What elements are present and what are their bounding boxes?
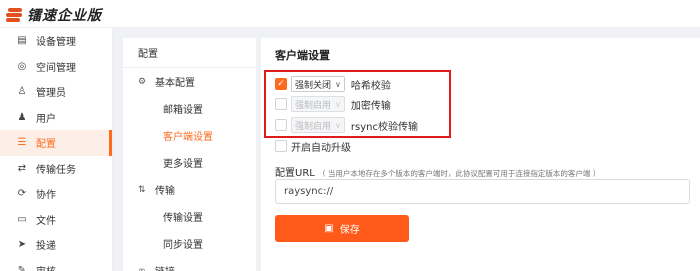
top-bar: 镭速企业版	[0, 0, 700, 28]
option-hash-check: ✓ 强制关闭 ∨ 哈希校验	[275, 75, 391, 93]
app-logo: 镭速企业版	[6, 5, 102, 25]
sidebar-item-space-management[interactable]: ◎ 空间管理	[0, 54, 112, 80]
admin-icon: ♙	[17, 86, 27, 98]
submenu-item-email[interactable]: 邮箱设置	[123, 95, 256, 122]
raysync-logo-icon	[6, 7, 22, 23]
sidebar-item-label: 设备管理	[36, 37, 76, 49]
sidebar-item-admin[interactable]: ♙ 管理员	[0, 79, 112, 105]
config-url-label: 配置URL （ 当用户本地存在多个版本的客户端时，此协议配置可用于连接指定版本的…	[275, 164, 600, 179]
sidebar-item-deliver[interactable]: ➤ 投递	[0, 232, 112, 258]
sidebar-item-label: 协作	[36, 190, 56, 202]
option-label: 加密传输	[350, 100, 391, 112]
client-settings-panel: 客户端设置 ✓ 强制关闭 ∨ 哈希校验 强制启用 ∨ 加密传输 强制启用 ∨ r…	[261, 38, 700, 271]
option-label: rsync校验传输	[350, 121, 418, 133]
option-label: 开启自动升级	[291, 142, 351, 154]
config-submenu: 配置 ⚙ 基本配置 邮箱设置 客户端设置 更多设置 ⇅ 传输 传输设置 同步设置…	[123, 38, 256, 271]
sidebar-item-transfer-task[interactable]: ⇄ 传输任务	[0, 156, 112, 182]
select-value: 强制启用	[295, 121, 332, 132]
deliver-icon: ➤	[17, 239, 27, 251]
config-icon: ☰	[17, 137, 27, 149]
sidebar: ▤ 设备管理 ◎ 空间管理 ♙ 管理员 ♟ 用户 ☰ 配置 ⇄ 传输任务 ⟳ 协…	[0, 28, 113, 271]
device-icon: ▤	[17, 35, 27, 47]
sidebar-item-config[interactable]: ☰ 配置	[0, 130, 112, 156]
config-url-input[interactable]	[275, 179, 690, 204]
sidebar-item-device-management[interactable]: ▤ 设备管理	[0, 28, 112, 54]
sidebar-item-label: 投递	[36, 241, 56, 253]
sidebar-item-audit[interactable]: ✎ 审核	[0, 258, 112, 271]
file-icon: ▭	[17, 213, 27, 225]
rsync-checkbox[interactable]	[275, 119, 287, 131]
sidebar-item-label: 审核	[36, 263, 56, 271]
user-icon: ♟	[17, 111, 27, 123]
sidebar-item-file[interactable]: ▭ 文件	[0, 207, 112, 233]
sidebar-item-user[interactable]: ♟ 用户	[0, 105, 112, 131]
save-button[interactable]: ▣ 保存	[275, 215, 409, 242]
link-icon: ∞	[138, 265, 146, 271]
encrypt-select[interactable]: 强制启用 ∨	[291, 96, 345, 112]
submenu-item-sync-settings[interactable]: 同步设置	[123, 230, 256, 257]
submenu-group-basic[interactable]: ⚙ 基本配置	[123, 68, 256, 95]
app-title: 镭速企业版	[27, 8, 102, 24]
option-encrypt: 强制启用 ∨ 加密传输	[275, 95, 391, 113]
save-label: 保存	[339, 225, 360, 236]
option-auto-upgrade: 开启自动升级	[275, 137, 351, 155]
transfer-icon: ⇅	[138, 184, 146, 195]
hash-check-select[interactable]: 强制关闭 ∨	[291, 76, 345, 92]
config-url-title: 配置URL	[275, 168, 315, 179]
submenu-item-more[interactable]: 更多设置	[123, 149, 256, 176]
space-icon: ◎	[17, 60, 27, 72]
sidebar-item-label: 传输任务	[36, 164, 76, 176]
submenu-group-label: 传输	[155, 186, 175, 197]
hash-check-checkbox[interactable]: ✓	[275, 78, 287, 90]
option-label: 哈希校验	[350, 80, 391, 92]
collab-icon: ⟳	[17, 188, 27, 200]
sidebar-item-label: 空间管理	[36, 62, 76, 74]
sidebar-item-label: 用户	[36, 113, 56, 125]
submenu-item-transfer-settings[interactable]: 传输设置	[123, 203, 256, 230]
rsync-select[interactable]: 强制启用 ∨	[291, 117, 345, 133]
select-value: 强制关闭	[295, 80, 332, 91]
submenu-title: 配置	[123, 38, 256, 68]
submenu-item-client[interactable]: 客户端设置	[123, 122, 256, 149]
save-icon: ▣	[324, 223, 334, 234]
config-url-hint: （ 当用户本地存在多个版本的客户端时，此协议配置可用于连接指定版本的客户端 ）	[318, 169, 601, 178]
sidebar-item-label: 配置	[36, 139, 56, 151]
audit-icon: ✎	[17, 264, 27, 271]
option-rsync: 强制启用 ∨ rsync校验传输	[275, 116, 418, 134]
encrypt-checkbox[interactable]	[275, 98, 287, 110]
transfer-task-icon: ⇄	[17, 162, 27, 174]
submenu-group-transfer[interactable]: ⇅ 传输	[123, 176, 256, 203]
select-value: 强制启用	[295, 100, 332, 111]
chevron-down-icon: ∨	[335, 120, 341, 130]
submenu-group-label: 基本配置	[155, 78, 195, 89]
chevron-down-icon: ∨	[335, 99, 341, 109]
sidebar-item-label: 管理员	[36, 88, 66, 100]
chevron-down-icon: ∨	[335, 79, 341, 89]
page-title: 客户端设置	[275, 49, 330, 62]
sidebar-item-collab[interactable]: ⟳ 协作	[0, 181, 112, 207]
submenu-group-link[interactable]: ∞ 链接	[123, 257, 256, 271]
sidebar-item-label: 文件	[36, 215, 56, 227]
auto-upgrade-checkbox[interactable]	[275, 140, 287, 152]
gear-icon: ⚙	[138, 76, 147, 87]
submenu-group-label: 链接	[155, 263, 175, 271]
